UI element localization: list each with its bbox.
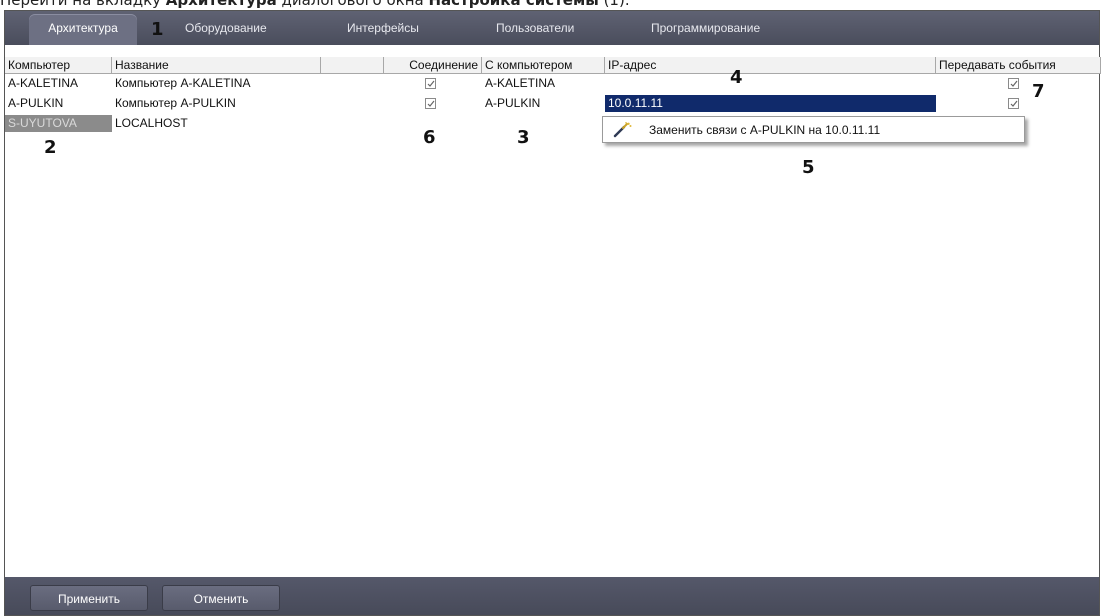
column-header-blank[interactable] [321,57,384,74]
caption-bold-dialog: Настройка системы [428,0,599,9]
tab-programming[interactable]: Программирование [651,11,760,45]
cancel-button[interactable]: Отменить [162,585,280,611]
table-row-2-computer[interactable]: A-PULKIN [5,95,112,112]
send-events-checkbox-row-1[interactable] [1008,78,1019,89]
bottom-bar: Применить Отменить [5,577,1099,615]
column-header-send-events[interactable]: Передавать события [936,57,1101,74]
tab-interfaces[interactable]: Интерфейсы [347,11,419,45]
wrench-icon [613,122,633,138]
context-menu-item-replace-links[interactable]: Заменить связи с A-PULKIN на 10.0.11.11 [649,122,880,138]
annotation-3: 3 [517,127,530,148]
table-row-2-name[interactable]: Компьютер A-PULKIN [112,95,321,112]
apply-button[interactable]: Применить [30,585,148,611]
context-menu: Заменить связи с A-PULKIN на 10.0.11.11 [602,116,1025,143]
caption-middle: диалогового окна [276,0,429,9]
tab-users[interactable]: Пользователи [496,11,574,45]
caption-prefix: Перейти на вкладку [0,0,166,9]
send-events-checkbox-row-2[interactable] [1008,98,1019,109]
table-row-1-ip[interactable] [605,75,936,92]
column-header-connection[interactable]: Соединение [384,57,482,74]
annotation-4: 4 [730,67,743,88]
table-row-2-with-computer[interactable]: A-PULKIN [482,95,605,112]
caption-bold-tab: Архитектура [165,0,277,9]
annotation-5: 5 [802,157,815,178]
annotation-1: 1 [151,19,164,40]
table-row-1-name[interactable]: Компьютер A-KALETINA [112,75,321,92]
column-header-with-computer[interactable]: С компьютером [482,57,605,74]
tab-equipment[interactable]: Оборудование [185,11,267,45]
system-settings-window: Архитектура Оборудование Интерфейсы Поль… [4,10,1101,616]
table-row-1-computer[interactable]: A-KALETINA [5,75,112,92]
annotation-6: 6 [423,127,436,148]
annotation-2: 2 [44,137,57,158]
ip-address-input-row-2[interactable]: 10.0.11.11 [605,95,936,112]
table-row-3-name[interactable]: LOCALHOST [112,115,321,132]
annotation-7: 7 [1032,81,1045,102]
tab-architecture[interactable]: Архитектура [29,14,137,45]
table-row-3-computer[interactable]: S-UYUTOVA [5,115,112,132]
connection-checkbox-row-2[interactable] [425,98,436,109]
table-row-1-with-computer[interactable]: A-KALETINA [482,75,605,92]
column-header-computer[interactable]: Компьютер [5,57,112,74]
column-header-ip-address[interactable]: IP-адрес [605,57,936,74]
connection-checkbox-row-1[interactable] [425,78,436,89]
tab-bar: Архитектура Оборудование Интерфейсы Поль… [5,11,1099,45]
column-header-name[interactable]: Название [112,57,321,74]
caption-suffix: (1). [598,0,630,9]
